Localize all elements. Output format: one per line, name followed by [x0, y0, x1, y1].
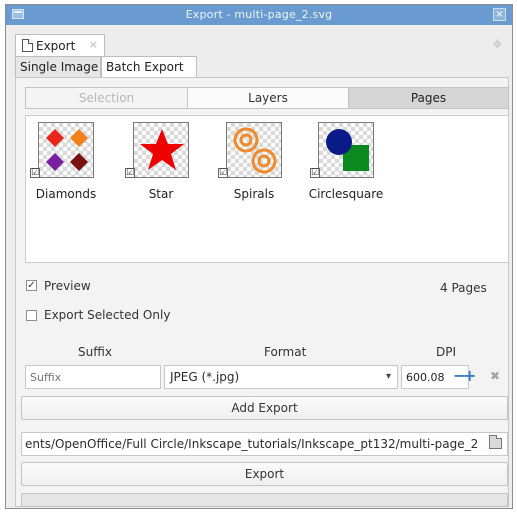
tab-single-image[interactable]: Single Image [15, 56, 101, 78]
window-close-icon[interactable]: × [493, 8, 506, 21]
window-title: Export - multi-page_2.svg [185, 8, 333, 21]
dpi-decrease-button[interactable]: − [453, 367, 466, 387]
page-name: Star [148, 187, 174, 201]
spirals-thumbnail[interactable] [226, 122, 282, 178]
batch-source-selector: Selection Layers Pages [25, 87, 509, 109]
spirals-shape-icon [233, 127, 277, 174]
dock-tab-export[interactable]: Export × [15, 34, 105, 56]
page-checkbox[interactable]: ☑ [125, 168, 135, 178]
page-name: Spirals [233, 187, 275, 201]
column-header-suffix: Suffix [78, 345, 112, 359]
dpi-increase-button[interactable]: + [463, 367, 476, 387]
page-name: Circlesquare [308, 187, 384, 201]
segment-layers[interactable]: Layers [188, 88, 349, 108]
page-checkbox[interactable]: ☑ [310, 168, 320, 178]
dock-float-icon[interactable]: ✥ [493, 38, 502, 51]
dpi-value: 600.08 [406, 371, 445, 384]
export-button[interactable]: Export [21, 462, 508, 486]
circlesquare-thumbnail[interactable] [318, 122, 374, 178]
remove-export-icon[interactable]: ✖ [490, 369, 500, 383]
export-selected-only-label: Export Selected Only [44, 308, 171, 322]
add-export-button[interactable]: Add Export [21, 396, 508, 420]
export-dialog-window: Export - multi-page_2.svg × Export × ✥ S… [5, 4, 513, 509]
format-value: JPEG (*.jpg) [170, 370, 240, 384]
dock-tab-label: Export [36, 39, 76, 53]
document-icon [22, 39, 33, 52]
export-progress-bar [21, 493, 508, 507]
export-path-input[interactable]: ents/OpenOffice/Full Circle/Inkscape_tut… [21, 432, 508, 456]
preview-checkbox[interactable]: ✓ [26, 280, 37, 291]
circlesquare-shape-icon [326, 129, 369, 171]
page-count-label: 4 Pages [440, 281, 487, 295]
chevron-down-icon: ▾ [385, 371, 391, 382]
diamonds-shape-icon [46, 129, 88, 171]
title-bar[interactable]: Export - multi-page_2.svg × [6, 5, 512, 25]
segment-pages[interactable]: Pages [349, 88, 508, 108]
export-selected-only-checkbox[interactable] [26, 310, 37, 321]
segment-selection[interactable]: Selection [26, 88, 188, 108]
folder-icon[interactable] [489, 435, 502, 449]
preview-label: Preview [44, 279, 91, 293]
suffix-input[interactable] [25, 365, 161, 389]
column-header-dpi: DPI [436, 345, 457, 359]
page-checkbox[interactable]: ☑ [30, 168, 40, 178]
diamonds-thumbnail[interactable] [38, 122, 94, 178]
dock-tab-close-icon[interactable]: × [89, 38, 98, 51]
star-shape-icon [140, 129, 184, 170]
column-header-format: Format [264, 345, 307, 359]
star-thumbnail[interactable] [133, 122, 189, 178]
page-checkbox[interactable]: ☑ [218, 168, 228, 178]
export-path-value: ents/OpenOffice/Full Circle/Inkscape_tut… [25, 437, 479, 451]
pages-gallery: ☑ Diamonds ☑ Star ☑ Spirals ☑ Circlesqua… [25, 115, 509, 263]
batch-export-panel: Selection Layers Pages ☑ Diamonds ☑ Star… [15, 77, 509, 507]
page-name: Diamonds [35, 187, 97, 201]
tab-batch-export[interactable]: Batch Export [101, 56, 197, 78]
format-select[interactable]: JPEG (*.jpg) ▾ [164, 365, 398, 389]
